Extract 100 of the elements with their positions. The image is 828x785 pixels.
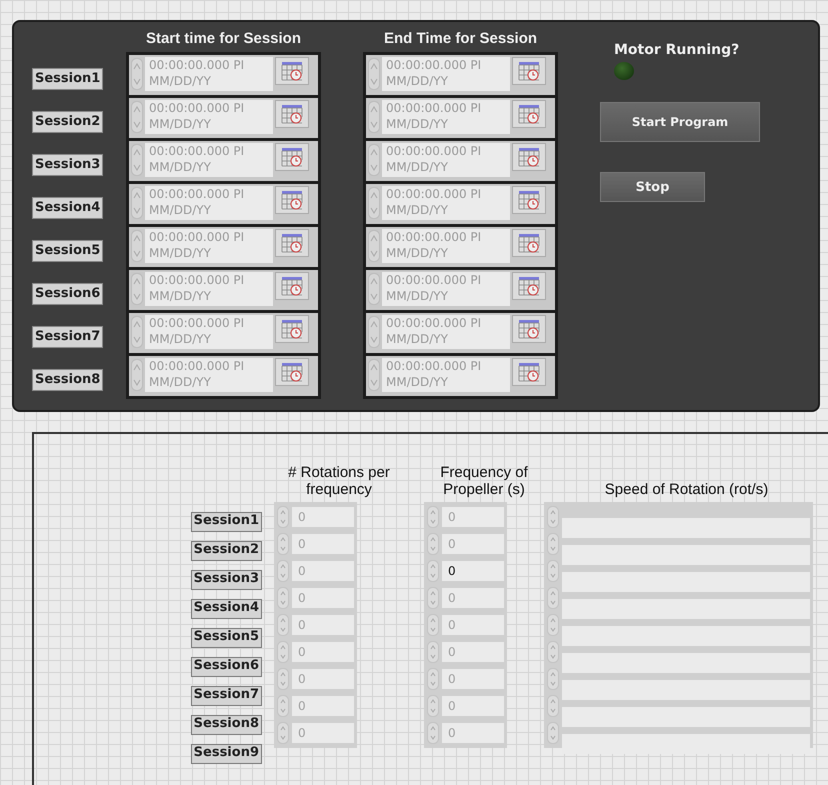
spinner-icon[interactable]: [368, 186, 380, 220]
timestamp-field[interactable]: 00:00:00.000 PI MM/DD/YY: [382, 186, 510, 220]
numeric-field[interactable]: [562, 707, 810, 727]
spinner-icon[interactable]: [368, 315, 380, 349]
numeric-field[interactable]: [562, 518, 810, 538]
numeric-field[interactable]: [562, 545, 810, 565]
calendar-button[interactable]: [512, 186, 546, 214]
calendar-button[interactable]: [275, 186, 309, 214]
timestamp-field[interactable]: 00:00:00.000 PI MM/DD/YY: [145, 100, 273, 134]
calendar-button[interactable]: [275, 57, 309, 85]
spinner-icon[interactable]: [427, 641, 439, 663]
spinner-icon[interactable]: [547, 668, 559, 690]
spinner-icon[interactable]: [131, 315, 143, 349]
timestamp-field[interactable]: 00:00:00.000 PI MM/DD/YY: [382, 143, 510, 177]
spinner-icon[interactable]: [368, 358, 380, 392]
session-label: Session2: [32, 111, 104, 133]
spinner-icon[interactable]: [427, 695, 439, 717]
spinner-icon[interactable]: [368, 272, 380, 306]
start-button[interactable]: Start Program: [600, 102, 760, 142]
column-header: End Time for Session: [382, 30, 538, 49]
column-header: Frequency of Propeller (s): [439, 463, 529, 500]
spinner-icon[interactable]: [131, 143, 143, 177]
calendar-button[interactable]: [512, 57, 546, 85]
spinner-icon[interactable]: [368, 57, 380, 91]
calendar-button[interactable]: [275, 100, 309, 128]
timestamp-field[interactable]: 00:00:00.000 PI MM/DD/YY: [145, 358, 273, 392]
timestamp-field[interactable]: 00:00:00.000 PI MM/DD/YY: [382, 57, 510, 91]
spinner-icon[interactable]: [131, 272, 143, 306]
calendar-button[interactable]: [512, 100, 546, 128]
spinner-icon[interactable]: [547, 641, 559, 663]
spinner-icon[interactable]: [277, 533, 289, 555]
spinner-icon[interactable]: [547, 695, 559, 717]
column-header: Start time for Session: [144, 30, 302, 49]
spinner-icon[interactable]: [277, 722, 289, 744]
spinner-icon[interactable]: [547, 506, 559, 528]
stop-button[interactable]: Stop: [600, 172, 705, 202]
spinner-icon[interactable]: [547, 614, 559, 636]
numeric-field[interactable]: [562, 599, 810, 619]
spinner-icon[interactable]: [131, 100, 143, 134]
spinner-icon[interactable]: [547, 587, 559, 609]
session-label: Session7: [190, 686, 262, 706]
spinner-icon[interactable]: [427, 614, 439, 636]
timestamp-field[interactable]: 00:00:00.000 PI MM/DD/YY: [145, 272, 273, 306]
spinner-icon[interactable]: [427, 560, 439, 582]
numeric-field[interactable]: [562, 653, 810, 673]
spinner-icon[interactable]: [427, 506, 439, 528]
timestamp-field[interactable]: 00:00:00.000 PI MM/DD/YY: [382, 358, 510, 392]
spinner-icon[interactable]: [368, 229, 380, 263]
calendar-button[interactable]: [512, 272, 546, 300]
spinner-icon[interactable]: [277, 506, 289, 528]
calendar-button[interactable]: [512, 143, 546, 171]
spinner-icon[interactable]: [277, 560, 289, 582]
column-header: # Rotations per frequency: [287, 463, 391, 500]
spinner-icon[interactable]: [547, 560, 559, 582]
session-label: Session4: [190, 599, 262, 619]
session-label: Session9: [190, 744, 262, 764]
session-label: Session5: [32, 240, 104, 262]
spinner-icon[interactable]: [368, 143, 380, 177]
numeric-field[interactable]: [562, 734, 810, 754]
spinner-icon[interactable]: [368, 100, 380, 134]
calendar-button[interactable]: [275, 358, 309, 386]
calendar-button[interactable]: [275, 272, 309, 300]
spinner-icon[interactable]: [547, 722, 559, 744]
timestamp-field[interactable]: 00:00:00.000 PI MM/DD/YY: [145, 143, 273, 177]
session-label: Session2: [190, 541, 262, 561]
session-label: Session8: [32, 369, 104, 391]
calendar-button[interactable]: [275, 315, 309, 343]
timestamp-field[interactable]: 00:00:00.000 PI MM/DD/YY: [382, 229, 510, 263]
spinner-icon[interactable]: [427, 722, 439, 744]
spinner-icon[interactable]: [277, 587, 289, 609]
spinner-icon[interactable]: [427, 533, 439, 555]
spinner-icon[interactable]: [131, 57, 143, 91]
calendar-button[interactable]: [512, 358, 546, 386]
spinner-icon[interactable]: [277, 695, 289, 717]
spinner-icon[interactable]: [131, 186, 143, 220]
numeric-field[interactable]: [562, 572, 810, 592]
spinner-icon[interactable]: [131, 358, 143, 392]
session-label: Session3: [32, 154, 104, 176]
calendar-button[interactable]: [275, 143, 309, 171]
column-header: Speed of Rotation (rot/s): [604, 480, 770, 500]
timestamp-field[interactable]: 00:00:00.000 PI MM/DD/YY: [145, 229, 273, 263]
timestamp-field[interactable]: 00:00:00.000 PI MM/DD/YY: [382, 315, 510, 349]
timestamp-field[interactable]: 00:00:00.000 PI MM/DD/YY: [145, 186, 273, 220]
numeric-field[interactable]: [562, 626, 810, 646]
spinner-icon[interactable]: [131, 229, 143, 263]
calendar-button[interactable]: [512, 315, 546, 343]
timestamp-field[interactable]: 00:00:00.000 PI MM/DD/YY: [145, 57, 273, 91]
spinner-icon[interactable]: [547, 533, 559, 555]
spinner-icon[interactable]: [427, 668, 439, 690]
spinner-icon[interactable]: [427, 587, 439, 609]
numeric-field[interactable]: 0: [442, 561, 504, 581]
calendar-button[interactable]: [512, 229, 546, 257]
timestamp-field[interactable]: 00:00:00.000 PI MM/DD/YY: [145, 315, 273, 349]
spinner-icon[interactable]: [277, 668, 289, 690]
timestamp-field[interactable]: 00:00:00.000 PI MM/DD/YY: [382, 272, 510, 306]
spinner-icon[interactable]: [277, 641, 289, 663]
numeric-field[interactable]: [562, 680, 810, 700]
calendar-button[interactable]: [275, 229, 309, 257]
spinner-icon[interactable]: [277, 614, 289, 636]
timestamp-field[interactable]: 00:00:00.000 PI MM/DD/YY: [382, 100, 510, 134]
